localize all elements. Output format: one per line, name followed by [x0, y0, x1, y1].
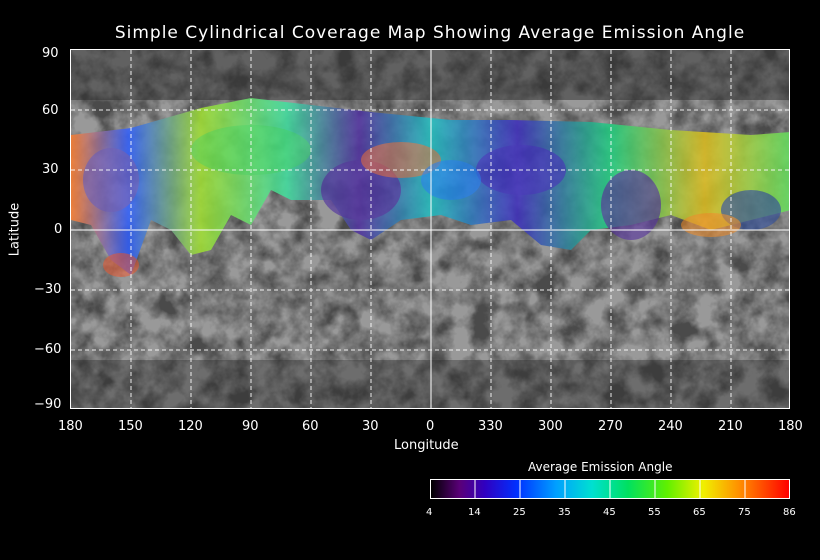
colorbar-tick-label: 25	[513, 507, 526, 518]
colorbar-tick-label: 65	[693, 507, 706, 518]
x-tick-label: 240	[658, 419, 683, 434]
x-tick-label: 210	[718, 419, 743, 434]
y-tick-label: 30	[42, 162, 59, 177]
x-tick-label: 270	[598, 419, 623, 434]
colorbar-tick-label: 4	[426, 507, 433, 518]
x-tick-label: 90	[242, 419, 259, 434]
y-tick-label: 60	[42, 103, 59, 118]
x-axis-label: Longitude	[394, 438, 459, 453]
x-tick-label: 30	[362, 419, 379, 434]
colorbar-tick-label: 14	[468, 507, 481, 518]
colorbar-tick-label: 75	[738, 507, 751, 518]
x-tick-label: 180	[778, 419, 803, 434]
colorbar	[430, 479, 790, 499]
map-plot-area	[70, 49, 790, 409]
y-axis-label: Latitude	[7, 202, 23, 257]
x-tick-label: 0	[426, 419, 435, 434]
x-tick-label: 300	[538, 419, 563, 434]
colorbar-title: Average Emission Angle	[528, 460, 673, 474]
y-tick-label: 90	[42, 46, 59, 61]
colorbar-tick-label: 55	[648, 507, 661, 518]
x-tick-label: 120	[178, 419, 203, 434]
map-title: Simple Cylindrical Coverage Map Showing …	[114, 23, 746, 43]
x-tick-label: 330	[478, 419, 503, 434]
colorbar-tick-label: 45	[603, 507, 616, 518]
x-tick-label: 180	[58, 419, 83, 434]
colorbar-gradient	[431, 480, 789, 498]
x-tick-label: 150	[118, 419, 143, 434]
y-tick-label: −60	[34, 342, 62, 357]
y-tick-label: −30	[34, 282, 62, 297]
colorbar-tick-label: 35	[558, 507, 571, 518]
y-tick-label: 0	[54, 222, 63, 237]
basemap-and-coverage	[71, 50, 789, 408]
y-tick-label: −90	[34, 397, 62, 412]
colorbar-tick-label: 86	[783, 507, 796, 518]
x-tick-label: 60	[302, 419, 319, 434]
